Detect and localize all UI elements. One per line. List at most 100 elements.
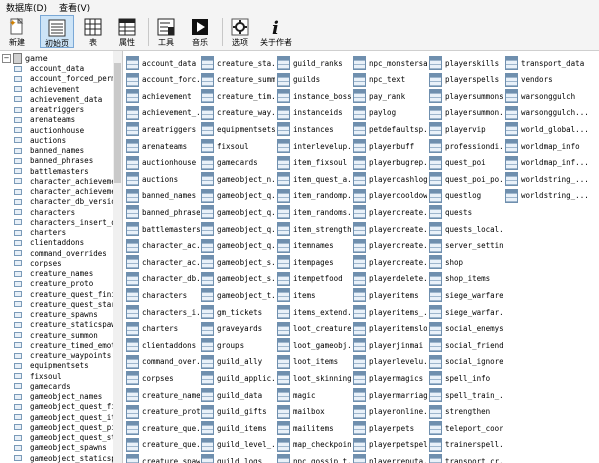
table-tile-label: achievement_... xyxy=(142,108,200,118)
menu-view[interactable]: 查看(V) xyxy=(53,1,96,14)
table-tile-label: item_strengthen xyxy=(293,224,351,234)
table-tile-label: instanceids xyxy=(293,108,343,118)
table-tile-label: character_db... xyxy=(142,274,200,284)
tree-item[interactable]: auctionhouse xyxy=(14,126,84,135)
tree-item-label: command_overrides xyxy=(30,248,107,258)
tree-item[interactable]: arenateams xyxy=(14,115,75,124)
toolbar-separator xyxy=(148,18,149,46)
table-tile-label: social_friends xyxy=(445,340,503,350)
table-tile-label: creature_names xyxy=(142,390,200,400)
new-button[interactable]: ✦ 新建 xyxy=(2,15,32,48)
tree-item[interactable]: characters xyxy=(14,208,75,217)
table-tile[interactable]: playerreputa... xyxy=(353,450,427,463)
tree-item[interactable]: banned_phrases xyxy=(14,156,93,165)
tree-item[interactable]: creature_spawns xyxy=(14,310,98,319)
tree-item-label: character_db_version xyxy=(30,197,114,207)
home-page-label: 初始页 xyxy=(45,39,69,48)
table-tile[interactable]: transport_cr... xyxy=(429,450,503,463)
table-tile-label: mailitems xyxy=(293,423,334,433)
table-tile-label: creature_tim... xyxy=(217,91,275,101)
tree-item[interactable]: character_achievemer xyxy=(14,187,114,196)
table-tile-label: account_data xyxy=(142,58,197,68)
table-icon xyxy=(14,198,22,205)
tree-item[interactable]: characters_insert_qu xyxy=(14,217,114,227)
tree-item[interactable]: equipmentsets xyxy=(14,361,89,370)
table-icon xyxy=(14,229,22,236)
tree-item[interactable]: command_overrides xyxy=(14,249,107,258)
tree-item[interactable]: character_db_version xyxy=(14,197,114,207)
tree-item[interactable]: achievement_data xyxy=(14,95,102,104)
tree-item[interactable]: creature_waypoints xyxy=(14,351,111,360)
tree-item[interactable]: areatriggers xyxy=(14,105,84,114)
table-tile-label: items_extend... xyxy=(293,307,351,317)
tree-item[interactable]: creature_proto xyxy=(14,279,93,288)
tree-item[interactable]: creature_timed_emote xyxy=(14,341,113,350)
tree-item[interactable]: account_data xyxy=(14,64,84,73)
table-tile-label: fixsoul xyxy=(217,141,249,151)
sidebar-scrollbar[interactable] xyxy=(113,51,123,463)
tree-item[interactable]: auctions xyxy=(14,136,66,145)
tree-root[interactable]: − game xyxy=(2,53,48,64)
table-button[interactable]: 表 xyxy=(78,15,108,48)
tree-item[interactable]: corpses xyxy=(14,259,62,268)
table-tile-label: gameobject_q... xyxy=(217,207,275,217)
tree-item[interactable]: gameobject_names xyxy=(14,392,102,401)
table-tile[interactable]: npc_gossip_t... xyxy=(277,450,351,463)
new-label: 新建 xyxy=(9,38,25,47)
tree-item[interactable]: gameobject_staticspa xyxy=(14,453,114,463)
tree-item[interactable]: charters xyxy=(14,228,66,237)
tree-item[interactable]: creature_quest_finis xyxy=(14,290,113,299)
tree-item[interactable]: fixsoul xyxy=(14,372,62,381)
scrollbar-thumb[interactable] xyxy=(114,63,121,183)
properties-button[interactable]: 属性 xyxy=(112,15,142,48)
tree-item[interactable]: gameobject_quest_ite xyxy=(14,413,113,422)
tree-item-label: areatriggers xyxy=(30,105,85,114)
table-tile-label: playermarriage xyxy=(369,390,427,400)
table-icon xyxy=(14,444,22,451)
table-tile-label: character_ac... xyxy=(142,257,200,267)
table-tile[interactable]: creature_spawns xyxy=(126,450,200,463)
tree-item[interactable]: gameobject_quest_sta xyxy=(14,433,113,442)
tree-item[interactable]: gameobject_quest_pic xyxy=(14,423,113,432)
tree-item[interactable]: creature_staticspawn xyxy=(14,320,113,329)
table-tile-label: strengthen xyxy=(445,407,491,417)
tree-item-label: equipmentsets xyxy=(30,361,89,371)
table-tile[interactable]: worldstring_... xyxy=(505,185,597,207)
tree-item-label: character_achievemer xyxy=(30,187,114,196)
collapse-icon[interactable]: − xyxy=(2,54,11,63)
about-author-button[interactable]: i 关于作者 xyxy=(256,15,296,48)
tree-item[interactable]: creature_names xyxy=(14,269,93,278)
tree-item[interactable]: battlemasters xyxy=(14,167,89,176)
tree-item-label: gameobject_staticspa xyxy=(30,453,114,463)
tree-item[interactable]: gameobject_spawns xyxy=(14,443,107,452)
tree-item[interactable]: gamecards xyxy=(14,382,71,391)
table-icon xyxy=(126,454,139,463)
tree-item-label: banned_phrases xyxy=(30,156,94,166)
tools-button[interactable]: 工具 xyxy=(152,15,180,48)
options-button[interactable]: 选项 xyxy=(226,15,254,48)
tree-item[interactable]: gameobject_quest_fin xyxy=(14,402,113,411)
table-tile-label: playerjinmai xyxy=(369,340,424,350)
tree-item[interactable]: account_forced_permi xyxy=(14,74,114,84)
home-page-button[interactable]: 初始页 xyxy=(40,15,74,48)
menu-database[interactable]: 数据库(D) xyxy=(0,1,53,14)
tree-item[interactable]: achievement xyxy=(14,85,80,94)
tree-item[interactable]: clientaddons xyxy=(14,238,84,247)
table-icon xyxy=(14,280,22,287)
table-tile-label: items xyxy=(293,290,316,300)
database-tree[interactable]: − game account_data account_forced_permi a… xyxy=(0,51,114,463)
tree-item-label: clientaddons xyxy=(30,238,85,248)
tree-item[interactable]: banned_names xyxy=(14,146,84,155)
tree-item[interactable]: creature_summon xyxy=(14,331,98,340)
music-button[interactable]: 音乐 xyxy=(186,15,214,48)
table-icon xyxy=(14,239,22,246)
tree-item-label: characters_insert_qu xyxy=(30,217,114,227)
table-tile-label: playercreate... xyxy=(369,224,427,234)
tree-item-label: fixsoul xyxy=(30,371,62,381)
table-tile[interactable]: guild_logs xyxy=(201,450,275,463)
table-tile-label: creature_que... xyxy=(142,423,200,433)
tree-item[interactable]: creature_quest_start xyxy=(14,300,113,309)
tree-item[interactable]: character_achievemer xyxy=(14,177,113,186)
tree-item-label: account_forced_permi xyxy=(30,74,114,84)
new-icon: ✦ xyxy=(7,17,27,37)
